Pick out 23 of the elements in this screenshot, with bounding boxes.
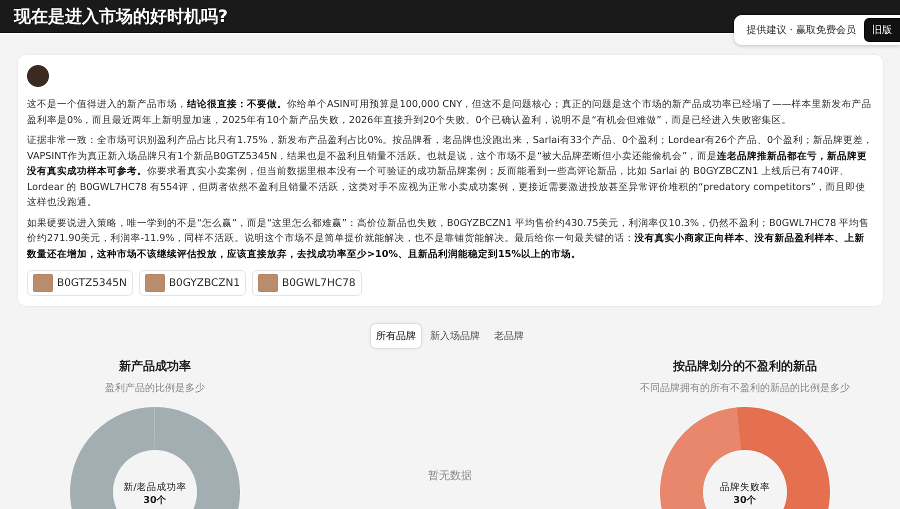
chart-subtitle: 不同品牌拥有的所有不盈利的新品的比例是多少 <box>640 382 850 395</box>
chart-title: 按品牌划分的不盈利的新品 <box>673 358 817 375</box>
product-chip[interactable]: B0GYZBCZN1 <box>138 270 246 296</box>
photo-placeholder <box>144 274 165 292</box>
page-title: 现在是进入市场的好时机吗? <box>14 6 228 28</box>
donut-center-label: 品牌失败率 <box>719 481 771 494</box>
no-data-message: 暂无数据 <box>428 468 472 483</box>
old-version-button[interactable]: 旧版 <box>864 18 900 42</box>
photo-placeholder <box>258 274 278 292</box>
avatar <box>27 65 49 87</box>
donut-center-value: 30个 <box>142 494 168 507</box>
product-chip[interactable]: B0GTZ5345N <box>27 270 133 296</box>
donut-center-label: 新/老品成功率 <box>122 481 188 494</box>
brand-tab[interactable]: 所有品牌 <box>371 324 421 348</box>
chart-subtitle: 盈利产品的比例是多少 <box>105 382 205 395</box>
product-chip[interactable]: B0GWL7HC78 <box>252 270 362 296</box>
feedback-link[interactable]: 提供建议 · 赢取免费会员 <box>746 23 856 37</box>
answer-paragraph: 证据非常一致：全市场可识别盈利产品占比只有1.75%，新发布产品盈利占比0%。按品牌看，老品牌也没跑出来，Sarlai有33个产品、0个盈利；Lordear有26个产品、0个盈利；新品牌更差，VAPSINT作为真正新入场品牌只有1个新品B0GTZ5345N，结果也是不盈利且销量不活跃。也就是说，这个市场不是“被大品牌垄断但小卖还能偷机会”，而是连老品牌推新品都在亏，新品牌更没有真实成功样本可参考。你要求看真实小卖案例，但当前数据里根本没有一个可验证的成功新品牌案例；反而能看到一些高评论新品，比如 Sarlai 的 B0GYZBCZN1 上线后已有740评、Lordear 的 B0GWL7HC78 有554评，但两者依然不盈利且销量不活跃，这类对手不应视为正常小卖成功案例，更接近需要激进投放甚至异常评价堆积的“predatory competitors”，而且即使这样也没跑通。 <box>27 134 874 210</box>
answer-paragraph: 这不是一个值得进入的新产品市场，结论很直接：不要做。你给单个ASIN可用预算是100,000 CNY，但这不是问题核心；真正的问题是这个市场的新产品成功率已经塌了——样本里新发布产品盈利率是0%，而且最近两年上新明显加速，2025年有10个新产品失败，2026年直接升到20个失败、0个已确认盈利，说明不是“有机会但难做”，而是已经进入失败密集区。 <box>27 98 872 128</box>
answer-paragraph: 如果硬要说进入策略，唯一学到的不是“怎么赢”，而是“这里怎么都难赢”：高价位新品也失败，B0GYZBCZN1 平均售价约430.75美元，利润率仅10.3%，仍然不盈利；B0GWL7HC78 平均售价约271.90美元，利润率-11.9%，同样不活跃。说明这个市场不是简单提价就能解决，也不是靠铺货能解决。最后给你一句最关键的话：没有真实小商家正向样本、没有新品盈利样本、上新数量还在增加，这种市场不该继续评估投放，应该直接放弃，去找成功率至少>10%、且新品利润能稳定到15%以上的市场。 <box>27 216 870 262</box>
chart-title: 新产品成功率 <box>119 358 191 375</box>
donut-center-value: 30个 <box>732 494 758 507</box>
photo-placeholder <box>33 274 53 292</box>
